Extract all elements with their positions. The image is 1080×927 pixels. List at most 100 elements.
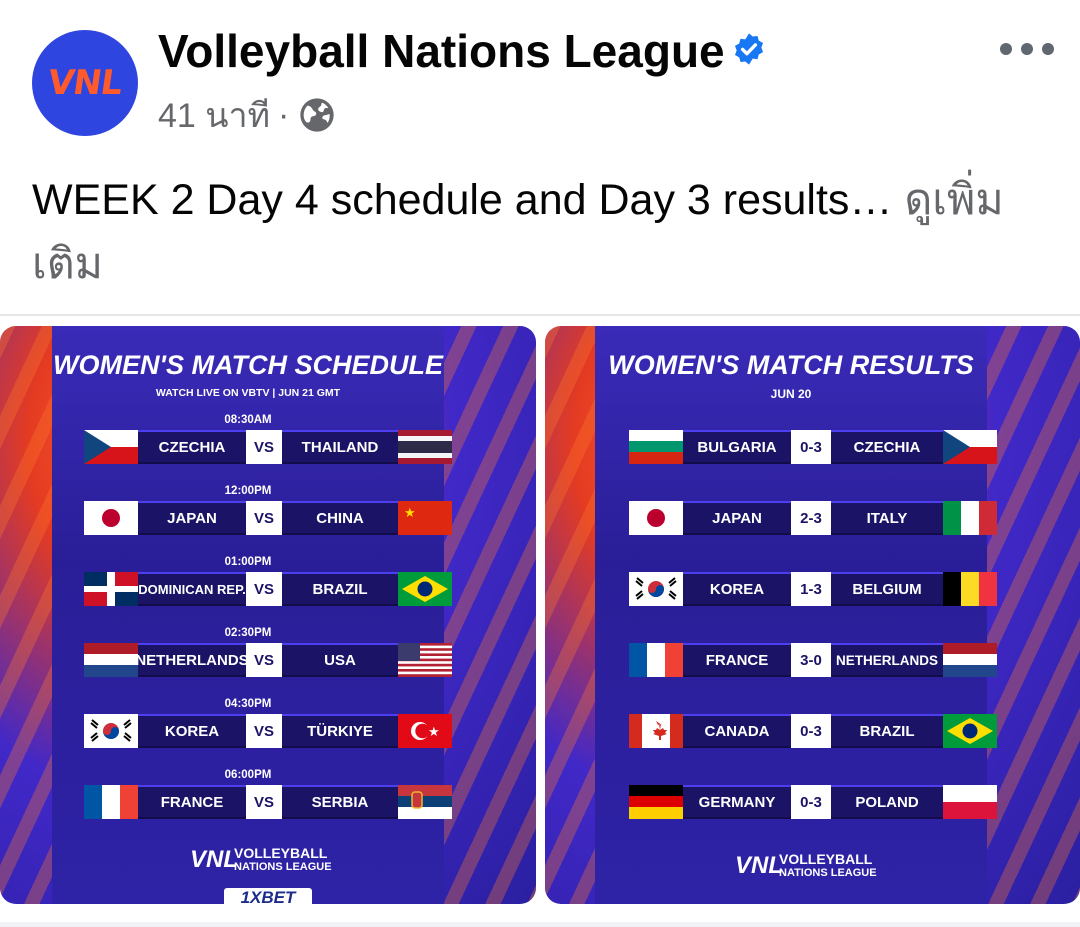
flag-japan-icon [629,501,683,535]
flag-serbia-icon [398,785,452,819]
match-score: 0-3 [791,714,831,748]
match-score: 0-3 [791,785,831,819]
match-time: 08:30AM [224,414,272,426]
post-bottom-border [0,922,1080,927]
away-team: ITALY [831,501,943,535]
post-text: WEEK 2 Day 4 schedule and Day 3 results…… [32,168,1042,296]
away-team: THAILAND [282,430,398,464]
schedule-brand-logo: VNL [190,846,238,873]
flag-korea-icon [629,572,683,606]
vs-label: VS [246,501,282,535]
flag-poland-icon [943,785,997,819]
more-options-button[interactable] [1000,38,1054,60]
home-team: DOMINICAN REP. [138,572,246,606]
away-team: SERBIA [282,785,398,819]
home-team: KOREA [683,572,791,606]
flag-france-icon [84,785,138,819]
away-team: NETHERLANDS [831,643,943,677]
flag-netherlands-icon [84,643,138,677]
home-team: BULGARIA [683,430,791,464]
vs-label: VS [246,785,282,819]
flag-bulgaria-icon [629,430,683,464]
away-team: BELGIUM [831,572,943,606]
svg-text:★: ★ [404,505,416,520]
page-name-link[interactable]: Volleyball Nations League [158,24,725,78]
schedule-match-row: DOMINICAN REP. VS BRAZIL [84,572,452,606]
svg-text:★: ★ [428,724,440,739]
flag-usa-icon [398,643,452,677]
result-match-row: BULGARIA 0-3 CZECHIA [629,430,997,464]
result-match-row: JAPAN 2-3 ITALY [629,501,997,535]
flag-japan-icon [84,501,138,535]
post-time-link[interactable]: 41 นาที [158,88,270,142]
match-time: 02:30PM [224,627,272,639]
home-team: KOREA [138,714,246,748]
schedule-brand-line1: VOLLEYBALL [234,845,328,861]
vs-label: VS [246,572,282,606]
schedule-match-row: FRANCE VS SERBIA [84,785,452,819]
schedule-match-row: NETHERLANDS VS USA [84,643,452,677]
away-team: CZECHIA [831,430,943,464]
away-team: BRAZIL [282,572,398,606]
away-team: TÜRKIYE [282,714,398,748]
results-brand-logo: VNL [735,852,783,879]
meta-separator: · [278,95,290,134]
flag-china-icon: ★ [398,501,452,535]
vs-label: VS [246,714,282,748]
page-avatar[interactable]: VNL [32,30,138,136]
divider [0,314,1080,316]
dot-icon [1021,43,1033,55]
results-title: WOMEN'S MATCH RESULTS [608,350,974,380]
away-team: CHINA [282,501,398,535]
schedule-brand-line2: NATIONS LEAGUE [234,861,332,873]
match-time: 06:00PM [224,769,272,781]
match-score: 0-3 [791,430,831,464]
away-team: USA [282,643,398,677]
home-team: FRANCE [138,785,246,819]
post-header: VNL Volleyball Nations League 41 นาที · [0,0,1080,150]
match-time: 04:30PM [224,698,272,710]
dot-icon [1000,43,1012,55]
schedule-match-row: KOREA VS TÜRKIYE ★ [84,714,452,748]
results-brand-line2: NATIONS LEAGUE [779,867,877,879]
results-brand-line1: VOLLEYBALL [779,851,873,867]
home-team: NETHERLANDS [135,643,249,677]
vs-label: VS [246,430,282,464]
schedule-match-row: JAPAN VS CHINA ★ [84,501,452,535]
result-match-row: KOREA 1-3 BELGIUM [629,572,997,606]
schedule-image[interactable]: WOMEN'S MATCH SCHEDULE WATCH LIVE ON VBT… [0,326,536,904]
flag-dominican-rep-icon [84,572,138,606]
flag-germany-icon [629,785,683,819]
match-score: 1-3 [791,572,831,606]
result-match-row: GERMANY 0-3 POLAND [629,785,997,819]
vnl-logo: VNL [45,63,125,103]
home-team: JAPAN [683,501,791,535]
schedule-match-row: CZECHIA VS THAILAND [84,430,452,464]
flag-czechia-icon [943,430,997,464]
sponsor-logo: 1XBET [224,888,312,906]
result-match-row: CANADA 0-3 BRAZIL [629,714,997,748]
dot-icon [1042,43,1054,55]
flag-netherlands-icon [943,643,997,677]
flag-t-rkiye-icon: ★ [398,714,452,748]
home-team: JAPAN [138,501,246,535]
flag-belgium-icon [943,572,997,606]
flag-korea-icon [84,714,138,748]
verified-badge-icon [734,33,764,65]
away-team: BRAZIL [831,714,943,748]
vs-label: VS [246,643,282,677]
post-message: WEEK 2 Day 4 schedule and Day 3 results… [32,176,905,224]
globe-icon[interactable] [297,95,337,135]
match-time: 12:00PM [224,485,272,497]
flag-thailand-icon [398,430,452,464]
results-image[interactable]: WOMEN'S MATCH RESULTS JUN 20 BULGARIA 0-3… [545,326,1080,904]
flag-italy-icon [943,501,997,535]
result-match-row: FRANCE 3-0 NETHERLANDS [629,643,997,677]
match-score: 3-0 [791,643,831,677]
post-meta: 41 นาที · [158,88,337,142]
home-team: CZECHIA [138,430,246,464]
home-team: CANADA [683,714,791,748]
away-team: POLAND [831,785,943,819]
flag-brazil-icon [943,714,997,748]
schedule-subtitle: WATCH LIVE ON VBTV | JUN 21 GMT [155,387,341,399]
